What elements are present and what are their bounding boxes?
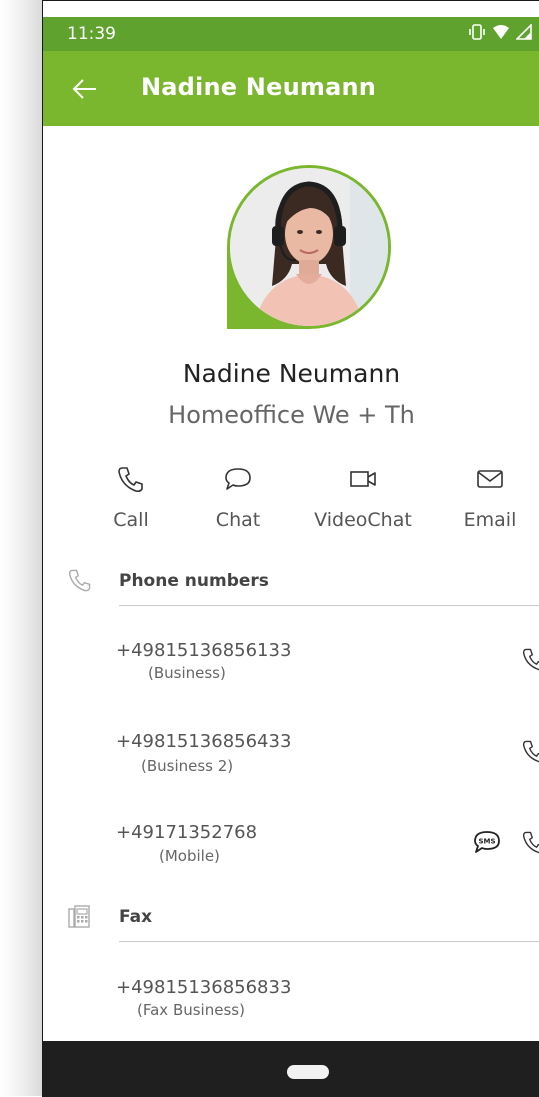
top-strip [43,1,539,17]
call-number-icon[interactable] [521,646,539,672]
phone-section-icon [68,569,91,592]
back-arrow-icon[interactable] [71,75,99,103]
person-portrait-icon [230,168,388,326]
video-icon [350,471,376,487]
background-bleed [0,0,43,1096]
fax-section-divider [119,941,539,942]
phone-section-title: Phone numbers [119,571,269,591]
chat-bubble-icon [225,468,251,490]
fax-type: (Fax Business) [137,1001,245,1019]
phone-section-divider [119,605,539,606]
phone-type: (Business 2) [141,757,234,775]
sms-icon-label: SMS [478,838,495,846]
email-action-button[interactable]: Email [440,461,539,531]
call-number-icon[interactable] [521,738,539,764]
contact-status-text: Homeoffice We + Th [168,401,415,429]
phone-icon [118,467,143,493]
call-action-label: Call [113,509,149,531]
chat-action-button[interactable]: Chat [188,461,288,531]
avatar-photo [227,165,391,329]
videochat-action-label: VideoChat [314,509,412,531]
chat-action-label: Chat [215,509,261,531]
phone-number: +49171352768 [116,822,258,843]
fax-section-icon [68,905,90,928]
fax-number: +49815136856833 [116,977,292,998]
email-action-label: Email [463,509,517,531]
phone-type: (Mobile) [159,847,220,865]
sms-icon[interactable]: SMS [472,829,502,855]
envelope-icon [477,470,503,488]
phone-type: (Business) [148,664,226,682]
phone-screen: 11:39 Nadine Neumann Nadine Neumann Home… [42,0,539,1097]
status-icons [468,23,532,41]
status-bar: 11:39 [43,17,539,51]
phone-number: +49815136856133 [116,640,292,661]
app-bar: Nadine Neumann [43,51,539,126]
call-number-icon[interactable] [521,829,539,855]
videochat-action-button[interactable]: VideoChat [313,461,413,531]
vibrate-icon [469,24,485,40]
call-action-button[interactable]: Call [81,461,181,531]
status-time: 11:39 [67,24,116,44]
contact-name: Nadine Neumann [182,359,401,388]
wifi-icon [493,25,509,39]
avatar [227,165,391,329]
system-nav-bar [43,1041,539,1097]
phone-number: +49815136856433 [116,731,292,752]
fax-section-title: Fax [119,907,153,927]
home-gesture-pill[interactable] [287,1065,329,1079]
signal-icon [516,24,532,40]
app-bar-title: Nadine Neumann [141,73,377,101]
